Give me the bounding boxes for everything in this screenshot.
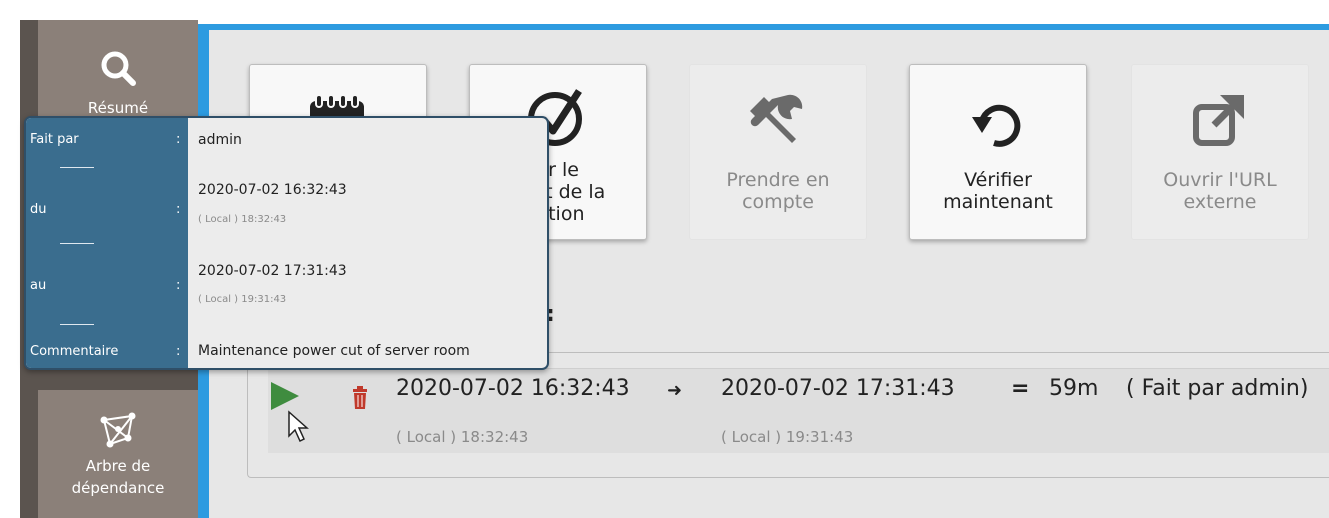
cursor-icon bbox=[288, 410, 309, 443]
search-icon bbox=[101, 51, 136, 86]
trash-icon[interactable] bbox=[352, 386, 368, 410]
sidebar-item-resume[interactable]: Résumé bbox=[38, 20, 198, 120]
tooltip-colon: : bbox=[176, 132, 181, 147]
tooltip-separator bbox=[60, 324, 94, 325]
check-now-button[interactable]: Vérifier maintenant bbox=[909, 64, 1087, 240]
sidebar-item-label: dépendance bbox=[71, 479, 165, 497]
acknowledge-label: Prendre en compte bbox=[726, 169, 830, 213]
external-link-icon bbox=[1193, 95, 1244, 146]
tooltip-label: du bbox=[30, 202, 47, 217]
tooltip-value: admin bbox=[198, 132, 242, 148]
tooltip-subvalue: ( Local ) 19:31:43 bbox=[198, 294, 287, 305]
equals-sign: = bbox=[1011, 376, 1030, 401]
tooltip-label: Commentaire bbox=[30, 344, 119, 359]
downtime-end: 2020-07-02 17:31:43 bbox=[721, 376, 955, 401]
arrow-icon: ➜ bbox=[667, 380, 683, 401]
tooltip-subvalue: ( Local ) 18:32:43 bbox=[198, 214, 287, 225]
downtime-tooltip: Fait par : admin du : 2020-07-02 16:32:4… bbox=[24, 116, 549, 370]
open-external-url-label: Ouvrir l'URL externe bbox=[1163, 169, 1277, 213]
tooltip-value: 2020-07-02 17:31:43 bbox=[198, 263, 347, 279]
downtime-end-local: ( Local ) 19:31:43 bbox=[721, 428, 854, 446]
open-external-url-button[interactable]: Ouvrir l'URL externe bbox=[1131, 64, 1309, 240]
network-icon bbox=[100, 412, 136, 448]
sidebar-item-dependency-tree[interactable]: Arbre de dépendance bbox=[38, 390, 198, 518]
acknowledge-button[interactable]: Prendre en compte bbox=[689, 64, 867, 240]
tooltip-value: Maintenance power cut of server room bbox=[198, 343, 470, 359]
tooltip-label: Fait par bbox=[30, 132, 79, 147]
tooltip-colon: : bbox=[176, 278, 181, 293]
tooltip-colon: : bbox=[176, 202, 181, 217]
tooltip-label: au bbox=[30, 278, 47, 293]
check-now-label: Vérifier maintenant bbox=[943, 169, 1053, 213]
downtime-author: ( Fait par admin) bbox=[1126, 376, 1309, 401]
sidebar-item-label: Arbre de bbox=[85, 457, 151, 475]
tooltip-colon: : bbox=[176, 344, 181, 359]
downtime-duration: 59m bbox=[1049, 376, 1099, 401]
tooltip-separator bbox=[60, 243, 94, 244]
tooltip-separator bbox=[60, 167, 94, 168]
downtime-start: 2020-07-02 16:32:43 bbox=[396, 376, 630, 401]
play-icon[interactable] bbox=[269, 380, 301, 412]
downtime-start-local: ( Local ) 18:32:43 bbox=[396, 428, 529, 446]
tools-icon bbox=[750, 94, 803, 143]
tooltip-value: 2020-07-02 16:32:43 bbox=[198, 182, 347, 198]
tooltip-label-column bbox=[26, 118, 188, 368]
refresh-icon bbox=[972, 104, 1021, 147]
